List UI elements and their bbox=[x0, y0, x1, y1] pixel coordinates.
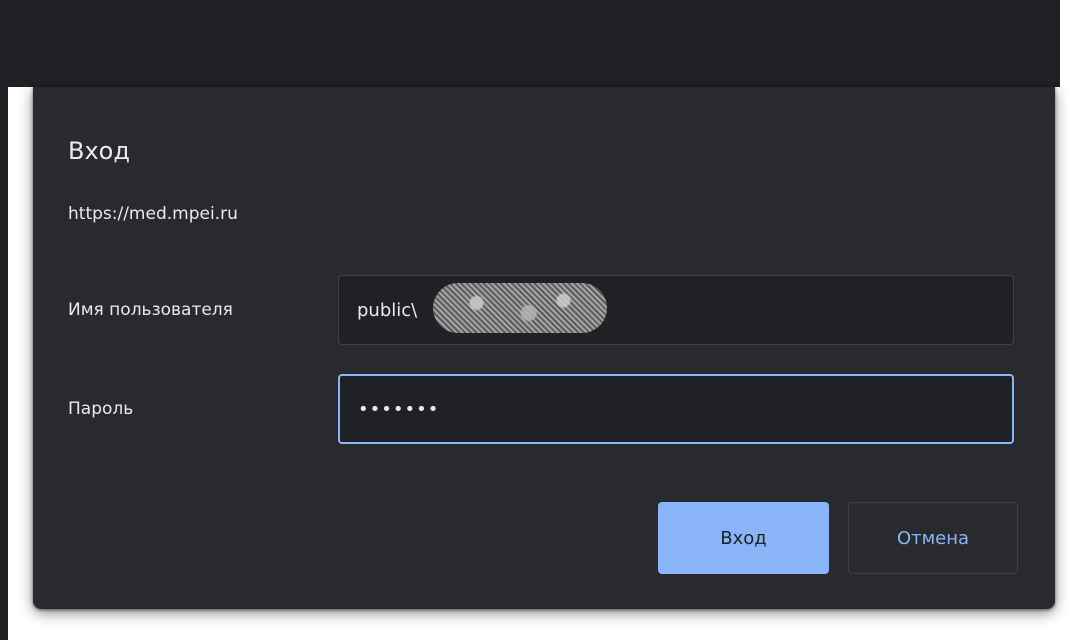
window-right-edge bbox=[1060, 0, 1070, 640]
dialog-origin-url: https://med.mpei.ru bbox=[68, 204, 238, 224]
dialog-title: Вход bbox=[68, 137, 130, 165]
username-input[interactable] bbox=[338, 275, 1014, 345]
login-button[interactable]: Вход bbox=[658, 502, 829, 574]
login-dialog: Вход https://med.mpei.ru Имя пользовател… bbox=[33, 87, 1055, 609]
cancel-button[interactable]: Отмена bbox=[848, 502, 1018, 574]
window-left-edge bbox=[0, 0, 8, 640]
password-input[interactable] bbox=[338, 374, 1014, 444]
screen: Вход https://med.mpei.ru Имя пользовател… bbox=[0, 0, 1070, 640]
username-label: Имя пользователя bbox=[68, 300, 233, 320]
browser-toolbar bbox=[0, 0, 1060, 87]
password-label: Пароль bbox=[68, 399, 134, 419]
